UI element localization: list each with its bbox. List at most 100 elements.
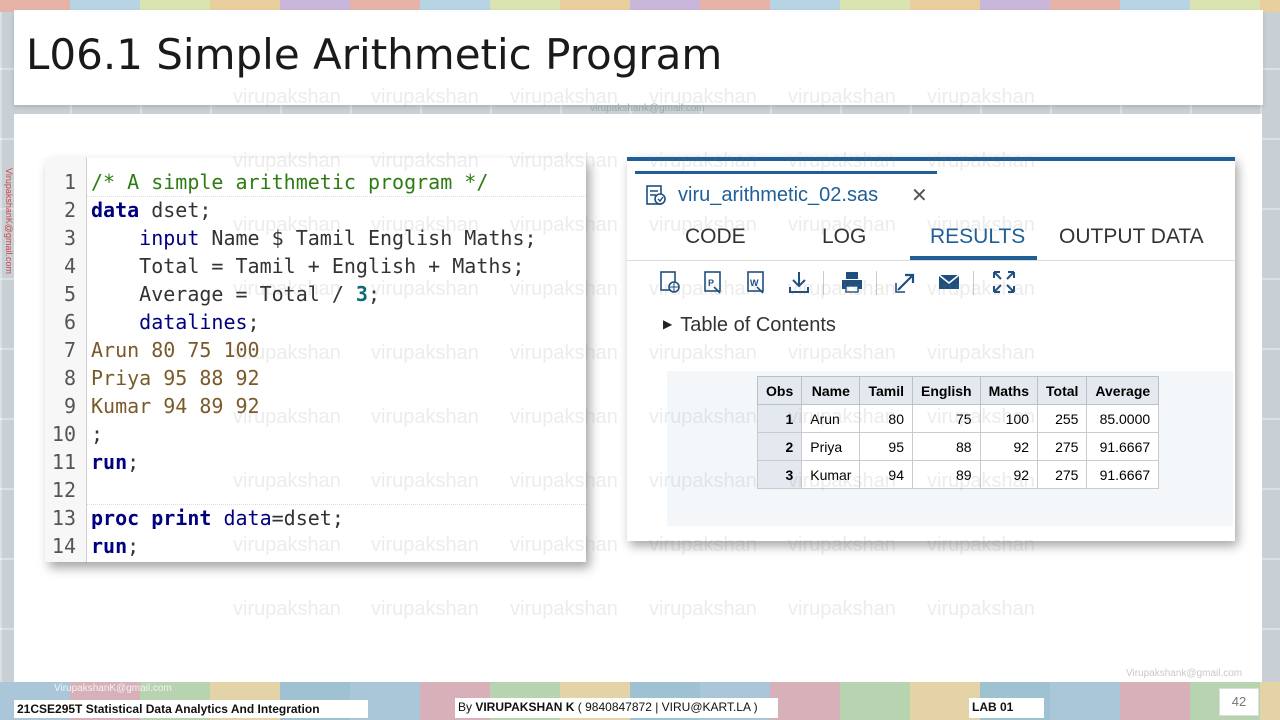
table-cell: 255 [1037,404,1088,433]
table-cell: 275 [1037,460,1088,489]
open-new-window-icon[interactable] [893,269,919,295]
code-line: 13 proc print data=dset; [45,504,586,532]
code-text: Total = Tamil + English + Maths; [91,252,524,280]
sas-studio-window: viru_arithmetic_02.sas ✕ CODE LOG RESULT… [627,157,1235,541]
code-token: 3 [355,282,368,306]
close-icon[interactable]: ✕ [911,183,928,207]
rtf-output-icon[interactable]: W [743,269,769,295]
code-token: proc print [91,506,212,530]
toolbar-separator [876,271,877,295]
code-line: 1 /* A simple arithmetic program */ [45,168,586,196]
table-cell: 100 [979,404,1039,433]
results-table: Obs Name Tamil English Maths Total Average 1 Ar… [756,376,1160,489]
code-text: Kumar 94 89 92 [91,392,260,420]
code-token: ; [247,310,260,334]
table-cell: 85.0000 [1086,404,1160,433]
footer-author: By VIRUPAKSHAN K ( 9840847872 | VIRU@KAR… [455,698,778,718]
table-cell: 275 [1037,432,1088,461]
author-prefix: By [458,700,476,714]
column-header: English [912,376,981,405]
table-cell: 92 [979,460,1039,489]
author-name: VIRUPAKSHAN K [475,700,575,714]
code-token: =dset; [271,506,344,530]
table-cell: 88 [912,432,981,461]
table-cell: 89 [912,460,981,489]
code-token: datalines [91,310,248,334]
table-cell: 1 [756,404,803,433]
code-line: 10; [45,420,586,448]
table-cell: Kumar [801,460,861,489]
code-line: 12 [45,476,586,504]
print-icon[interactable] [839,269,865,295]
code-text: Average = Total / 3; [91,280,380,308]
code-line: 5 Average = Total / 3; [45,280,586,308]
code-token: dset; [139,198,212,222]
code-token: ; [127,534,140,558]
code-token: input [91,226,200,250]
tab-code[interactable]: CODE [685,225,746,249]
table-cell: Arun [801,404,861,433]
code-token: data [223,506,272,530]
html-output-icon[interactable] [657,269,683,295]
top-email: virupakshank@gmail.com [590,103,705,114]
code-line: 9 Kumar 94 89 92 [45,392,586,420]
table-cell: 75 [912,404,981,433]
table-of-contents-toggle[interactable]: ▶ Table of Contents [663,314,836,337]
expand-triangle-icon: ▶ [663,317,673,331]
code-text: /* A simple arithmetic program */ [91,168,488,196]
tab-log[interactable]: LOG [822,225,866,249]
code-token: ; [91,422,104,446]
line-number: 12 [51,478,76,502]
code-token: data [91,198,140,222]
maximize-icon[interactable] [991,269,1017,295]
table-row: 3 Kumar 94 89 92 275 91.6667 [756,460,1160,489]
code-token: run [91,534,128,558]
code-token: Total = Tamil + English + Maths; [91,254,525,278]
code-editor-panel: 1 /* A simple arithmetic program */ 2 data … [45,158,586,562]
code-line: 2 data dset; [45,196,586,224]
code-line: 3 input Name $ Tamil English Maths; [45,224,586,252]
table-cell: 95 [859,432,913,461]
table-body: 1 Arun 80 75 100 255 85.0000 2 Priya 95 88 92 275 91.… [756,404,1160,489]
table-cell: 91.6667 [1086,432,1160,461]
code-text: input Name $ Tamil English Maths; [91,224,537,252]
line-number: 8 [63,366,76,390]
download-icon[interactable] [786,269,812,295]
line-separator [87,504,586,505]
tab-results[interactable]: RESULTS [930,225,1025,249]
sas-program-icon [646,185,666,205]
table-cell: 80 [859,404,913,433]
code-text: run; [91,448,139,476]
table-row: 1 Arun 80 75 100 255 85.0000 [756,404,1160,433]
side-email: VirupakshanK@gmail.com [4,168,14,275]
code-line: 4 Total = Tamil + English + Maths; [45,252,586,280]
code-line: 14 run; [45,532,586,560]
line-separator [87,196,586,197]
column-header: Maths [979,376,1039,405]
line-number: 5 [63,282,76,306]
code-text: data dset; [91,196,211,224]
code-token: Average = Total / [91,282,356,306]
table-header-row: Obs Name Tamil English Maths Total Average [756,376,1160,405]
toolbar-separator [823,271,824,295]
file-tab[interactable]: viru_arithmetic_02.sas ✕ [635,171,937,215]
pdf-output-icon[interactable]: P [700,269,726,295]
code-token: Name $ Tamil English Maths; [199,226,537,250]
column-header: Tamil [859,376,913,405]
table-row: 2 Priya 95 88 92 275 91.6667 [756,432,1160,461]
results-toolbar: P W [655,269,1035,299]
line-number: 3 [63,226,76,250]
line-number: 10 [51,422,76,446]
code-text: ; [91,420,103,448]
code-token: /* A simple arithmetic program */ [91,170,489,194]
tab-output-data[interactable]: OUTPUT DATA [1059,225,1204,249]
author-contact: ( 9840847872 | VIRU@KART.LA ) [574,700,758,714]
table-cell: Priya [801,432,861,461]
column-header: Total [1037,376,1088,405]
email-icon[interactable] [936,269,962,295]
code-text: run; [91,532,139,560]
line-number: 4 [63,254,76,278]
line-number: 14 [51,534,76,558]
code-line: 7 Arun 80 75 100 [45,336,586,364]
footer-email-left: VirupakshanK@gmail.com [54,683,172,694]
